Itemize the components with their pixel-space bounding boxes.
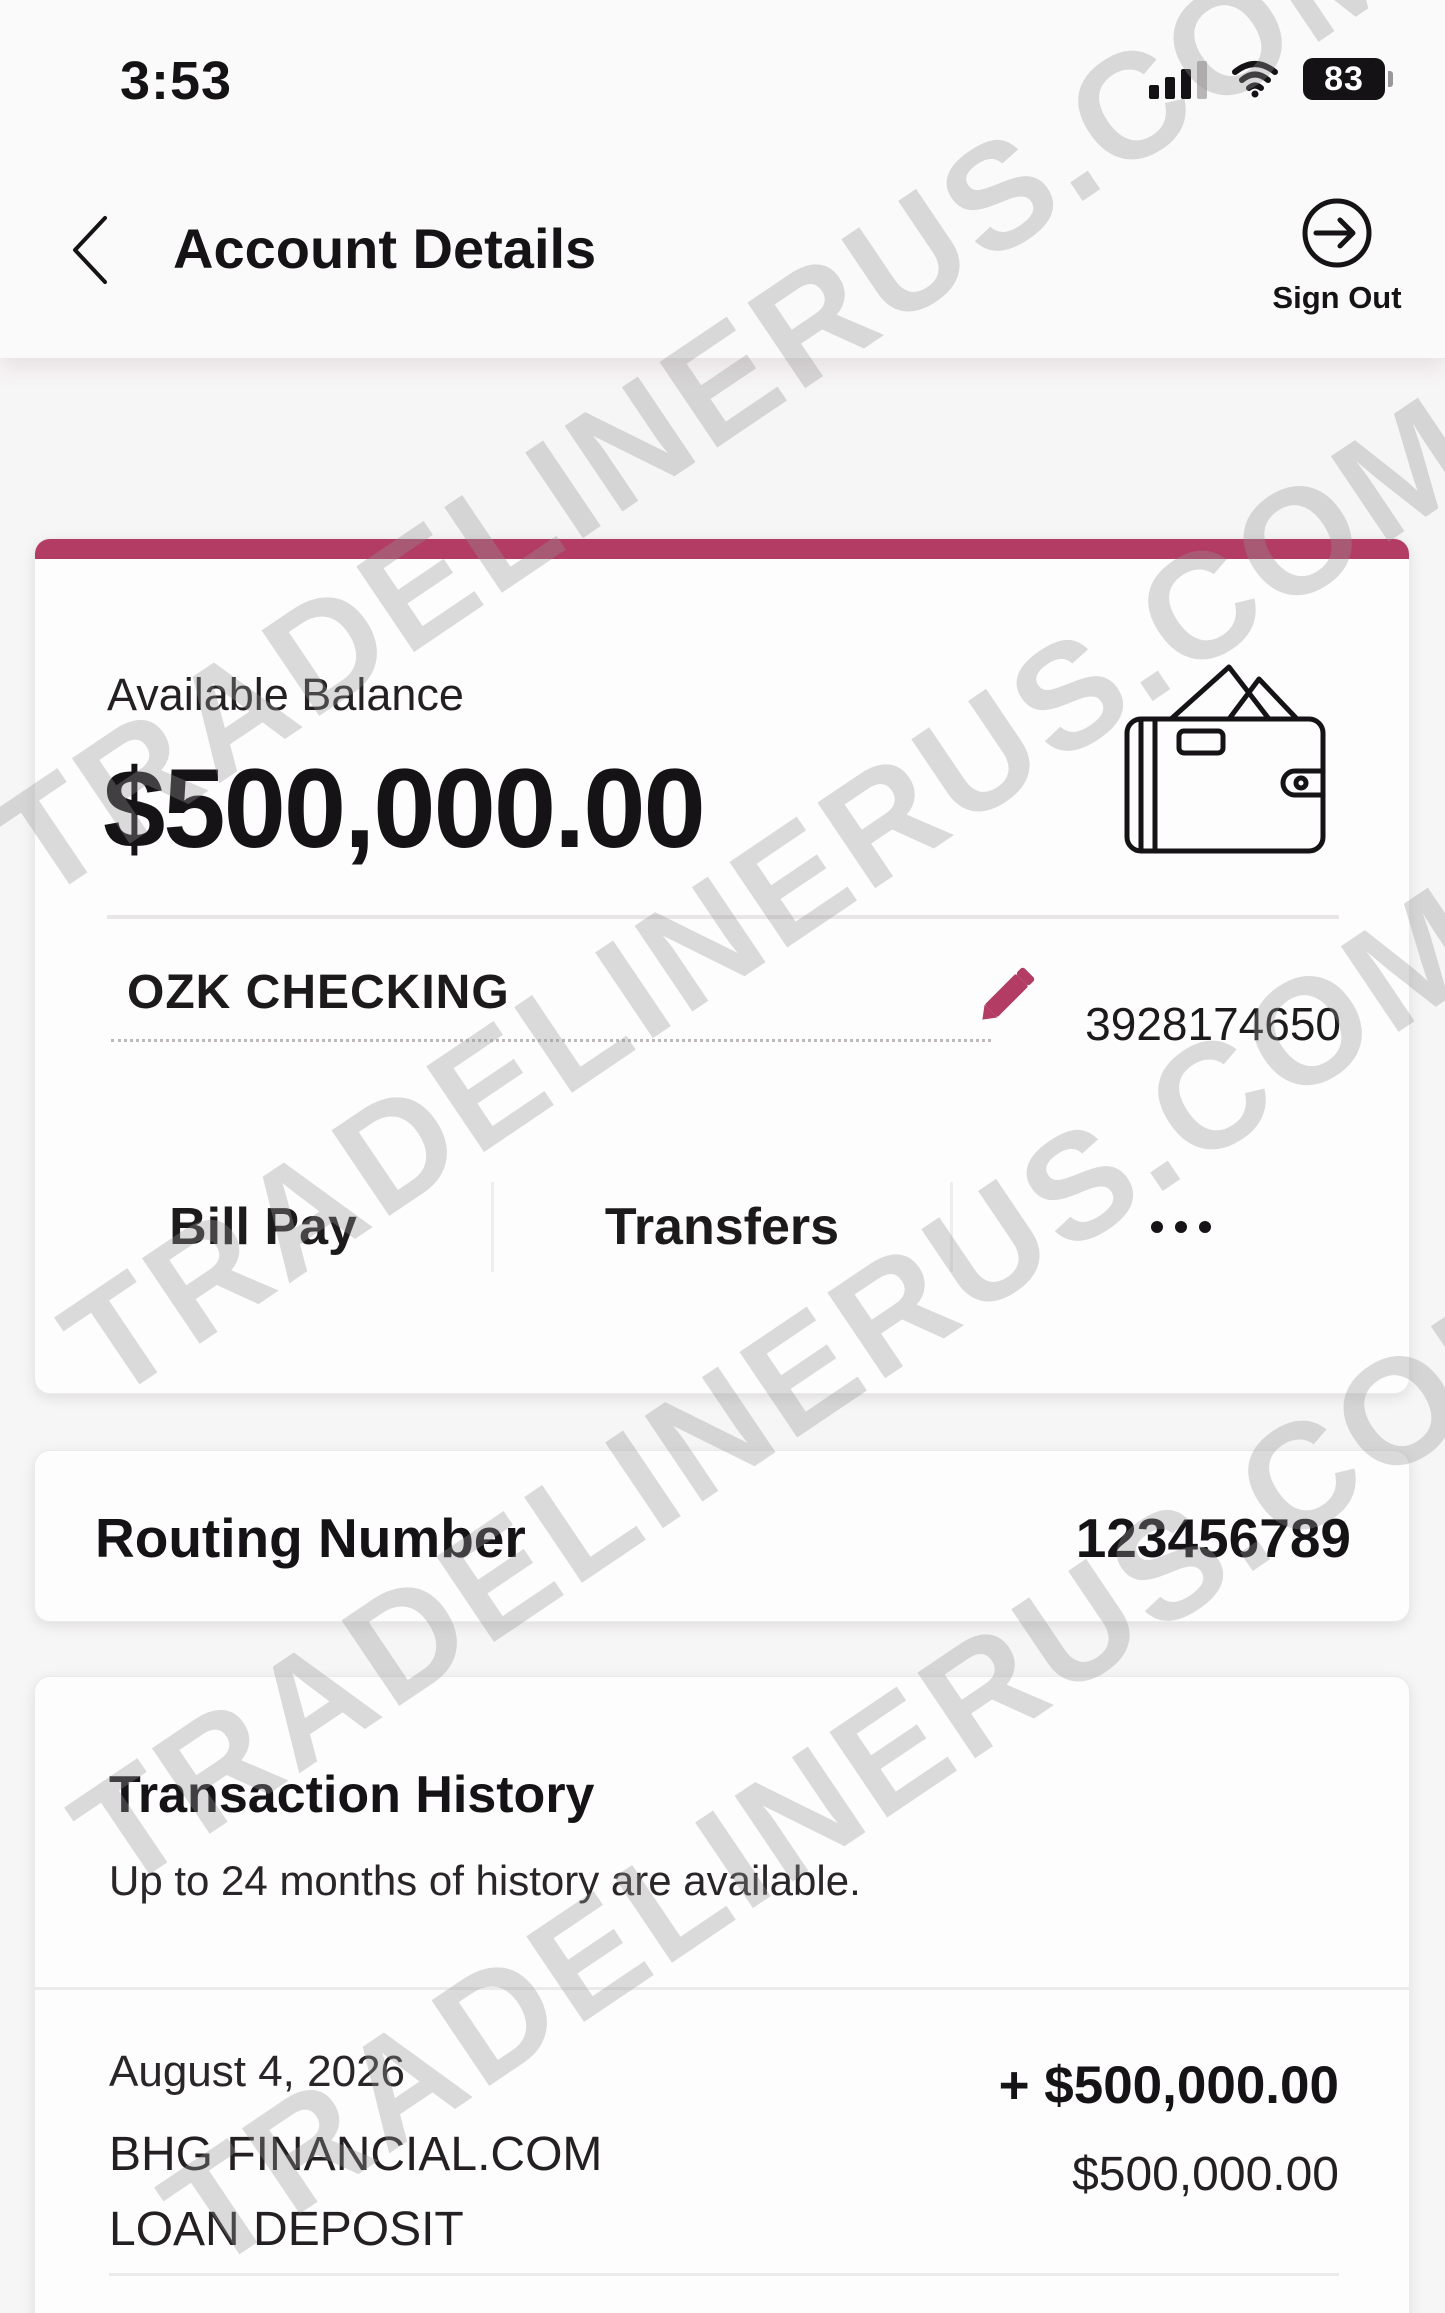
- back-button[interactable]: [55, 205, 125, 295]
- status-time: 3:53: [120, 51, 233, 111]
- pencil-icon[interactable]: [975, 957, 1045, 1027]
- account-number: 3928174650: [1085, 998, 1341, 1050]
- bill-pay-button[interactable]: Bill Pay: [35, 1157, 491, 1297]
- account-actions: Bill Pay Transfers: [35, 1157, 1409, 1297]
- sign-out-label: Sign Out: [1272, 280, 1402, 315]
- transaction-history-card: Transaction History Up to 24 months of h…: [34, 1676, 1410, 2313]
- transaction-amount: + $500,000.00: [998, 2056, 1339, 2115]
- wifi-icon: [1232, 61, 1278, 98]
- account-name-underline: [111, 1039, 991, 1042]
- routing-number-value: 123456789: [1075, 1507, 1351, 1569]
- routing-number-label: Routing Number: [95, 1507, 526, 1569]
- battery-icon: 83: [1303, 58, 1393, 100]
- sign-out-icon: [1302, 198, 1372, 268]
- available-balance-amount: $500,000.00: [103, 746, 706, 871]
- wallet-icon: [1124, 664, 1326, 854]
- transaction-history-title: Transaction History: [109, 1766, 595, 1824]
- transaction-description: BHG FINANCIAL.COM: [109, 2128, 603, 2181]
- transaction-description-line2: LOAN DEPOSIT: [109, 2203, 464, 2256]
- page-title: Account Details: [173, 217, 597, 280]
- routing-number-card: Routing Number 123456789: [34, 1450, 1410, 1622]
- history-divider: [35, 1987, 1409, 1990]
- sign-out-button[interactable]: Sign Out: [1267, 196, 1407, 326]
- more-actions-button[interactable]: [953, 1157, 1409, 1297]
- available-balance-label: Available Balance: [107, 669, 464, 720]
- account-balance-card: Available Balance $500,000.00 OZK CHECKI…: [34, 538, 1410, 1394]
- transaction-divider: [109, 2273, 1339, 2276]
- balance-divider: [107, 915, 1339, 919]
- more-dots-icon: [1151, 1221, 1211, 1233]
- transaction-date: August 4, 2026: [109, 2047, 406, 2096]
- transaction-running-balance: $500,000.00: [1072, 2148, 1339, 2201]
- card-accent-bar: [35, 539, 1409, 559]
- signal-icon: [1149, 59, 1207, 99]
- chevron-left-icon: [73, 216, 107, 284]
- transfers-button[interactable]: Transfers: [494, 1157, 950, 1297]
- transaction-history-subtitle: Up to 24 months of history are available…: [109, 1857, 861, 1904]
- status-icons: 83: [1149, 58, 1393, 100]
- top-bar: 3:53 83 Account Details Sign Out: [0, 0, 1445, 358]
- account-name: OZK CHECKING: [127, 966, 510, 1019]
